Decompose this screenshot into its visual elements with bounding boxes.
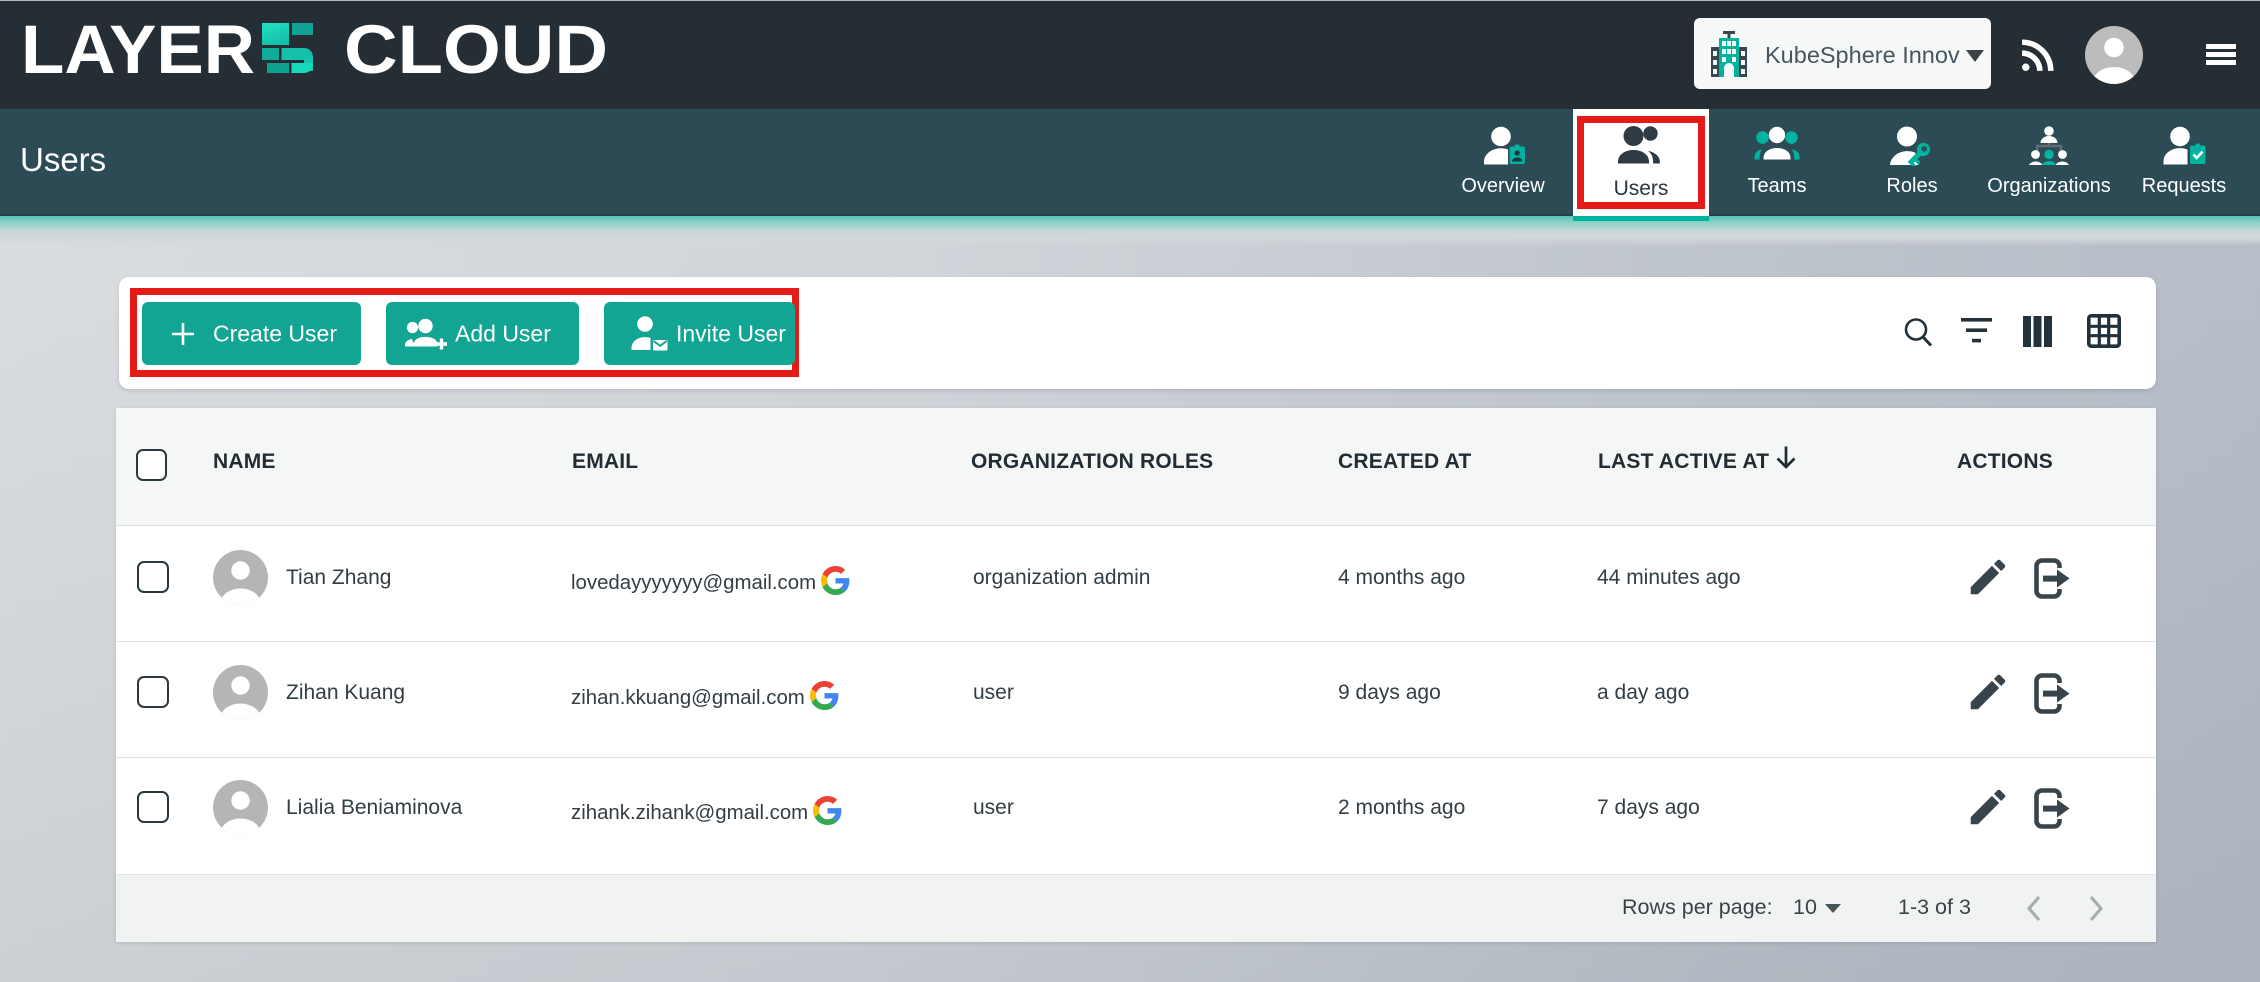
svg-text:LAYER: LAYER: [21, 11, 255, 88]
svg-text:CLOUD: CLOUD: [344, 11, 608, 88]
